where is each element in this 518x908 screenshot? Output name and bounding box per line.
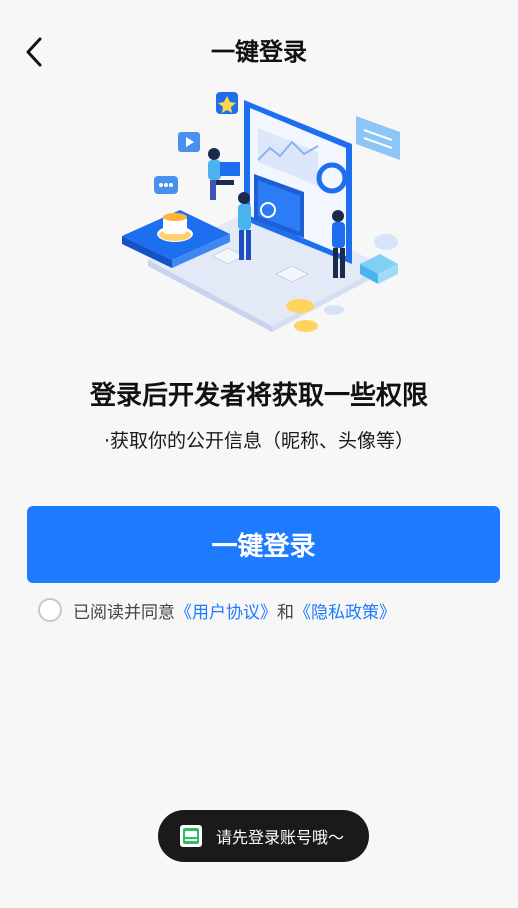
toast: 请先登录账号哦～ (158, 810, 369, 862)
page-title: 一键登录 (211, 38, 307, 66)
one-click-login-button[interactable]: 一键登录 (27, 506, 500, 583)
agreement-row: 已阅读并同意 《用户协议》 和 《隐私政策》 (38, 596, 396, 624)
agreement-checkbox[interactable] (38, 598, 62, 622)
agreement-prefix: 已阅读并同意 (73, 602, 175, 623)
permission-title: 登录后开发者将获取一些权限 (89, 381, 428, 411)
login-page: 一键登录 登录后开发者将获取一些权限 ·获取你的公开信息（昵称、头像等） 一键登… (0, 0, 518, 908)
agreement-conjunction: 和 (277, 602, 294, 623)
toast-text: 请先登录账号哦～ (216, 828, 345, 847)
permission-item: ·获取你的公开信息（昵称、头像等） (103, 430, 415, 452)
app-logo-icon (180, 825, 202, 847)
user-agreement-link[interactable]: 《用户协议》 (175, 598, 277, 623)
privacy-policy-link[interactable]: 《隐私政策》 (294, 598, 396, 623)
login-illustration (122, 92, 400, 332)
